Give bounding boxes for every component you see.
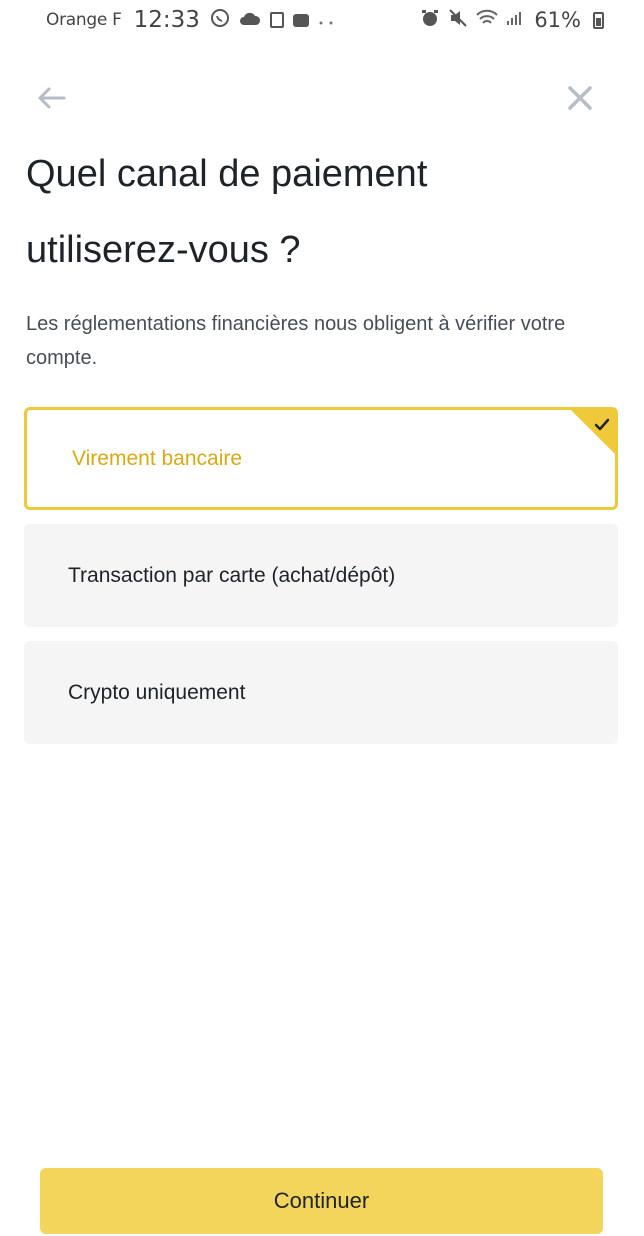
- option-crypto-uniquement[interactable]: Crypto uniquement: [24, 641, 618, 744]
- option-label: Virement bancaire: [72, 446, 243, 470]
- message-icon: [292, 13, 309, 27]
- close-icon: [568, 86, 592, 110]
- system-icons: 61%: [420, 8, 604, 33]
- more-notifications-icon: [318, 10, 334, 31]
- whatsapp-icon: [210, 8, 230, 33]
- wifi-icon: [476, 9, 499, 32]
- continue-button[interactable]: Continuer: [40, 1168, 603, 1234]
- mute-icon: [448, 8, 468, 33]
- battery-icon: [593, 11, 604, 29]
- page-title: Quel canal de paiement utiliserez-vous ?: [26, 153, 428, 271]
- battery-percent: 61%: [534, 8, 581, 32]
- option-label: Crypto uniquement: [68, 680, 246, 704]
- qr-icon: [269, 12, 284, 28]
- arrow-left-icon: [38, 87, 66, 109]
- option-label: Transaction par carte (achat/dépôt): [68, 563, 396, 587]
- option-transaction-carte[interactable]: Transaction par carte (achat/dépôt): [24, 524, 618, 627]
- carrier-name: Orange F: [46, 10, 122, 30]
- back-button[interactable]: [34, 80, 70, 116]
- cloud-icon: [239, 10, 261, 31]
- notification-icons: [210, 8, 334, 33]
- signal-icon: [506, 10, 522, 31]
- option-virement-bancaire[interactable]: Virement bancaire: [24, 407, 618, 510]
- status-time: 12:33: [133, 7, 200, 33]
- close-button[interactable]: [562, 80, 598, 116]
- checkmark-icon: [571, 410, 615, 454]
- alarm-icon: [420, 8, 440, 33]
- page-subtitle: Les réglementations financières nous obl…: [26, 313, 566, 369]
- payment-channel-options: Virement bancaire Transaction par carte …: [24, 407, 618, 758]
- status-bar: Orange F 12:33 61%: [0, 0, 644, 40]
